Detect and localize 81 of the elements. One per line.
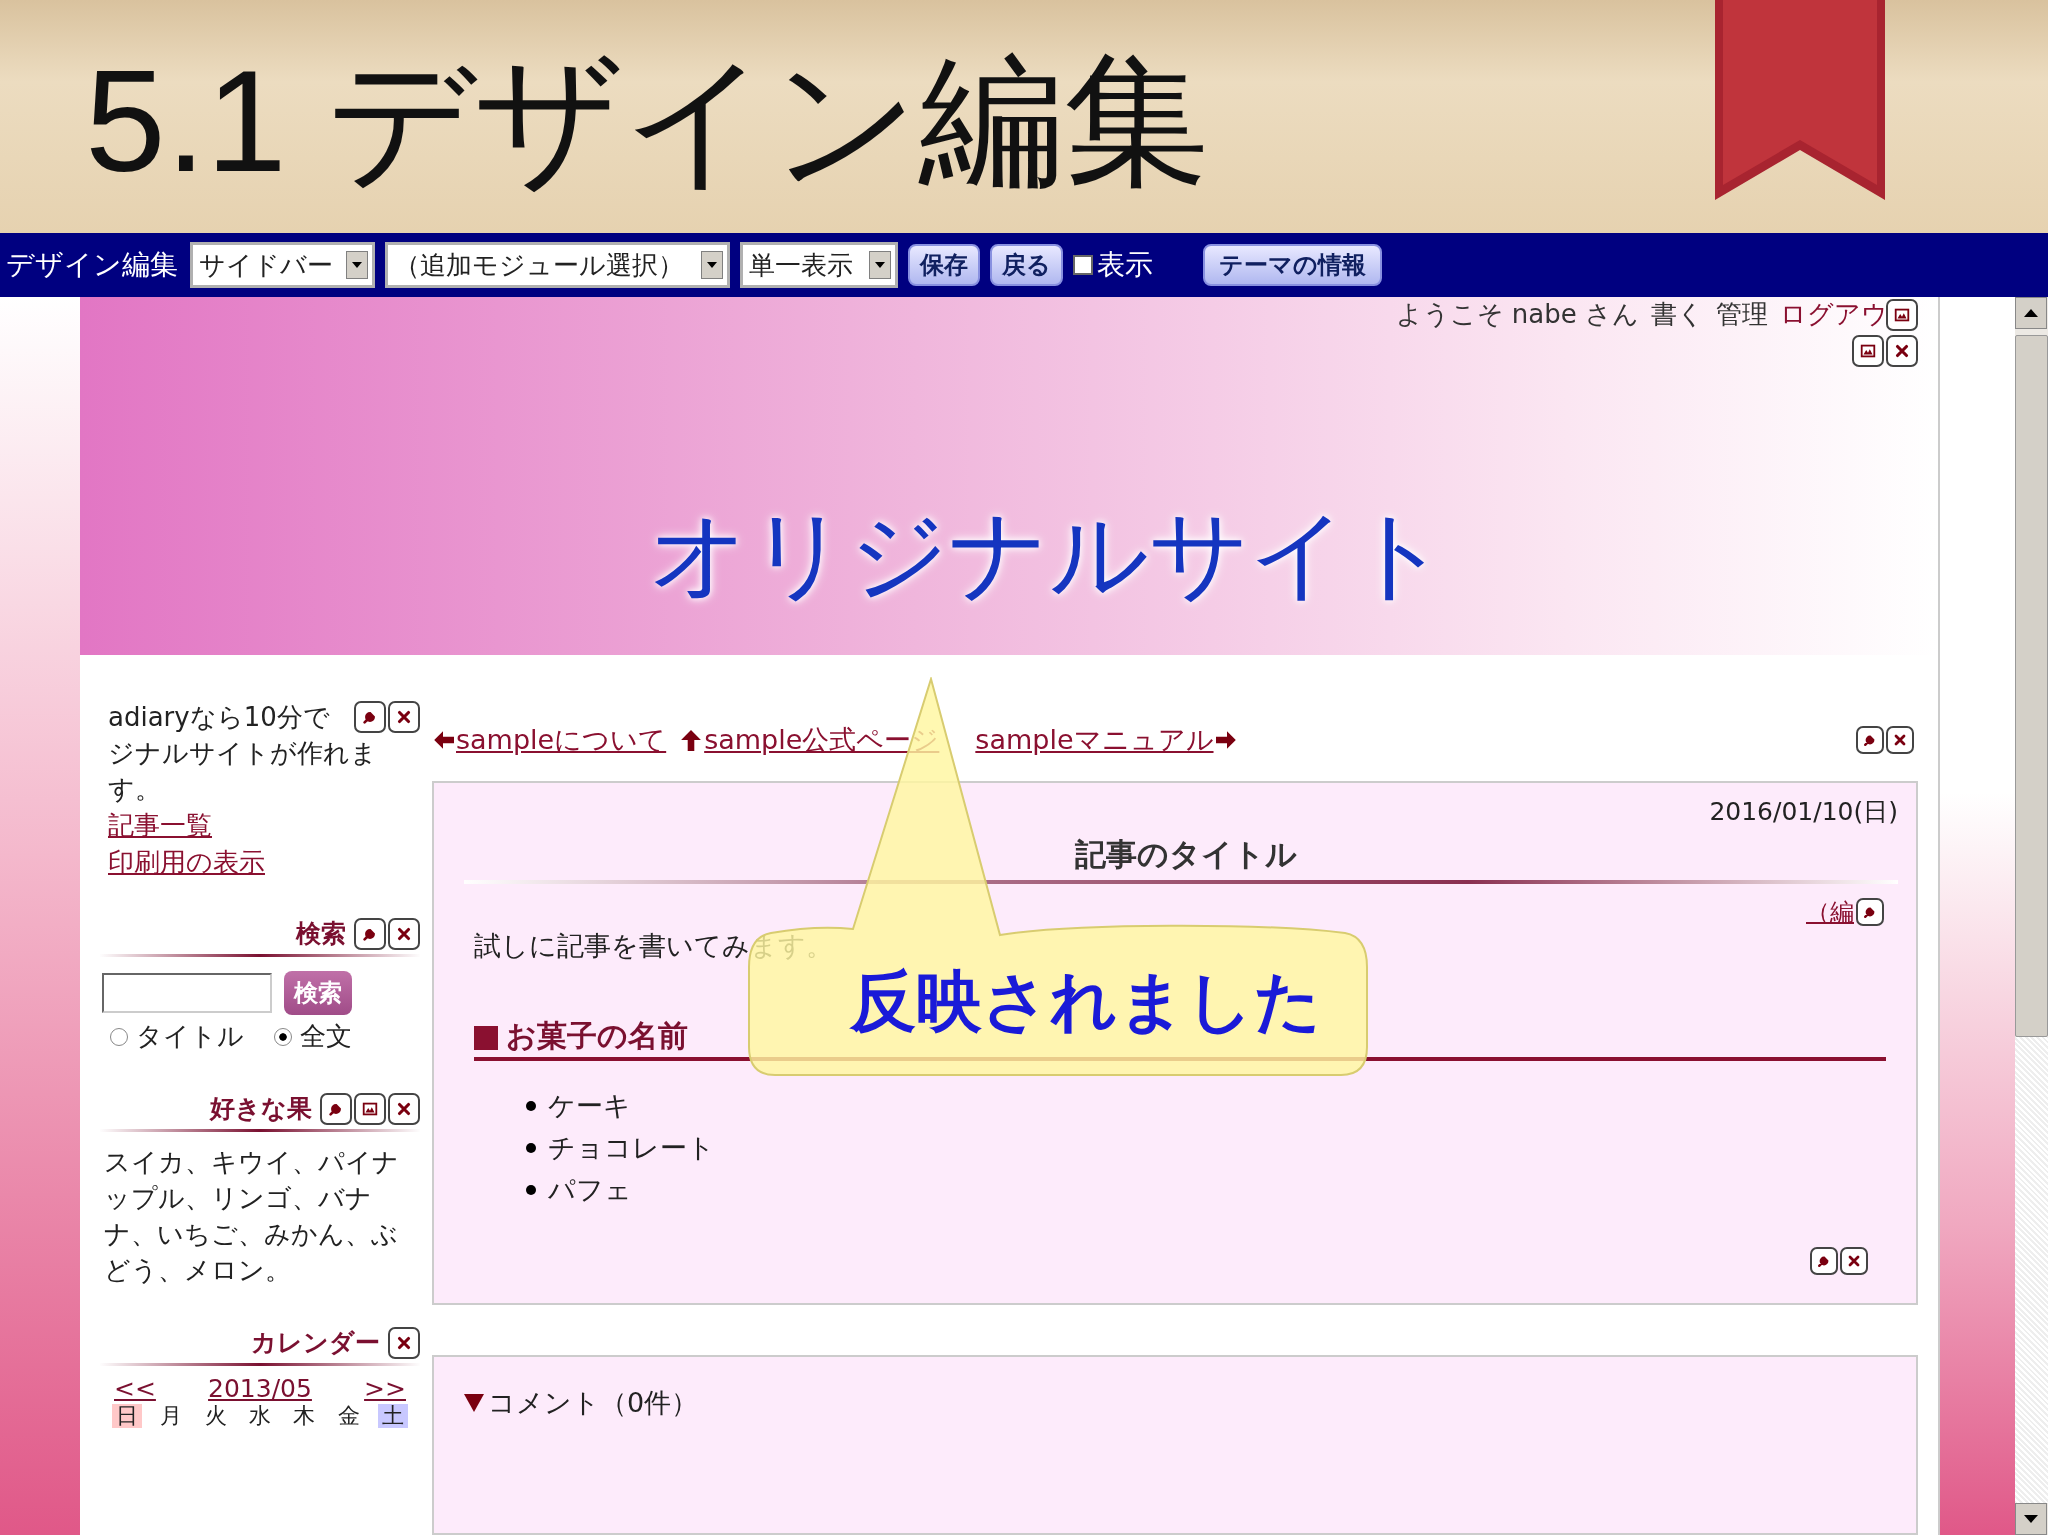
edit-button[interactable] — [354, 917, 386, 950]
sidebar-link[interactable]: 記事一覧 — [108, 807, 212, 844]
dropdown[interactable]: 単一表示 — [740, 242, 898, 288]
close-button[interactable] — [388, 1326, 420, 1359]
nav-link[interactable]: sampleについて — [456, 722, 667, 758]
next-month-link[interactable]: >> — [364, 1374, 406, 1404]
toolbar-button[interactable]: 戻る — [990, 244, 1063, 286]
radio-button[interactable] — [110, 1027, 128, 1046]
dropdown[interactable]: （追加モジュール選択） — [385, 242, 730, 288]
edit-button[interactable] — [1810, 1247, 1838, 1275]
scroll-up-icon[interactable] — [2015, 297, 2047, 329]
close-button[interactable] — [388, 701, 420, 733]
checkbox-label: 表示 — [1097, 247, 1153, 283]
module-text: スイカ、キウイ、パイナップル、リンゴ、バナナ、いちご、みかん、ぶどう、メロン。 — [103, 1146, 400, 1287]
close-icon — [1892, 732, 1908, 748]
close-button[interactable] — [1886, 726, 1914, 754]
nav-link[interactable]: sampleマニュアル — [975, 722, 1214, 758]
weekday-header: 火 — [203, 1404, 228, 1428]
intro-text: ジナルサイトが作れます。 — [108, 737, 378, 806]
image-button[interactable] — [1852, 335, 1884, 367]
close-button[interactable] — [388, 1092, 420, 1125]
weekday-header: 土 — [377, 1404, 408, 1428]
module-heading: 好きな果 — [210, 1093, 312, 1125]
toolbar-button[interactable]: 保存 — [908, 244, 980, 286]
close-button[interactable] — [1886, 335, 1918, 367]
close-icon — [1846, 1253, 1862, 1269]
comments-heading: コメント（0件） — [488, 1386, 699, 1420]
weekday-header: 日 — [112, 1404, 142, 1428]
bullet-icon — [526, 1101, 536, 1111]
edit-button[interactable] — [354, 701, 386, 733]
scrollbar-thumb[interactable] — [2015, 335, 2048, 1037]
search-field[interactable] — [102, 973, 272, 1013]
radio-label: 全文 — [300, 1020, 352, 1053]
intro-text: adiaryなら10分で — [108, 701, 330, 734]
radio-button[interactable] — [274, 1027, 292, 1046]
close-icon — [1893, 342, 1911, 360]
edit-link[interactable]: （編 — [1806, 896, 1854, 928]
dropdown[interactable]: サイドバー — [190, 242, 375, 288]
weekday-header: 木 — [292, 1404, 317, 1428]
left-arrow-icon — [432, 729, 454, 751]
bullet-icon — [526, 1143, 536, 1153]
edit-button[interactable] — [1856, 726, 1884, 754]
module-heading: カレンダー — [251, 1327, 380, 1359]
checkbox[interactable] — [1073, 255, 1093, 275]
list-item: パフェ — [548, 1173, 632, 1207]
scroll-down-icon[interactable] — [2015, 1503, 2047, 1535]
radio-label: タイトル — [136, 1020, 244, 1053]
image-button[interactable] — [354, 1092, 386, 1125]
article-date: 2016/01/10(日) — [1709, 796, 1898, 828]
list-item: ケーキ — [548, 1089, 631, 1123]
theme-info-button[interactable]: テーマの情報 — [1203, 244, 1382, 286]
weekday-header: 金 — [336, 1404, 361, 1428]
article-title: 記事のタイトル — [1075, 835, 1297, 874]
close-button[interactable] — [388, 917, 420, 950]
up-arrow-icon — [680, 729, 703, 751]
edit-button[interactable] — [320, 1092, 352, 1125]
slide-title: 5.1 デザイン編集 — [85, 49, 1209, 194]
logout-link[interactable]: ログアウ — [1780, 297, 1888, 332]
weekday-header: 水 — [248, 1404, 272, 1428]
image-button[interactable] — [1886, 299, 1918, 331]
image-icon — [1893, 306, 1911, 324]
search-button[interactable]: 検索 — [284, 971, 352, 1015]
right-arrow-icon — [1215, 729, 1238, 751]
close-button[interactable] — [1840, 1247, 1868, 1275]
scrollbar[interactable] — [2015, 297, 2048, 1535]
user-bar-text: 書く — [1651, 298, 1704, 331]
weekday-header: 月 — [159, 1404, 184, 1428]
toolbar-label: デザイン編集 — [6, 247, 178, 283]
user-bar-text: 管理 — [1716, 298, 1768, 331]
user-bar-text: ようこそ nabe さん — [1395, 298, 1639, 331]
bullet-icon — [526, 1185, 536, 1195]
module-heading: 検索 — [296, 918, 346, 950]
collapse-triangle-icon[interactable] — [464, 1394, 484, 1412]
sidebar-link[interactable]: 印刷用の表示 — [108, 844, 265, 881]
image-icon — [1859, 342, 1877, 360]
edit-button[interactable] — [1856, 898, 1884, 926]
month-link[interactable]: 2013/05 — [208, 1374, 312, 1404]
list-item: チョコレート — [548, 1131, 715, 1165]
close-icon — [395, 708, 413, 726]
previous-month-link[interactable]: << — [114, 1374, 156, 1404]
site-title: オリジナルサイト — [649, 496, 1449, 613]
